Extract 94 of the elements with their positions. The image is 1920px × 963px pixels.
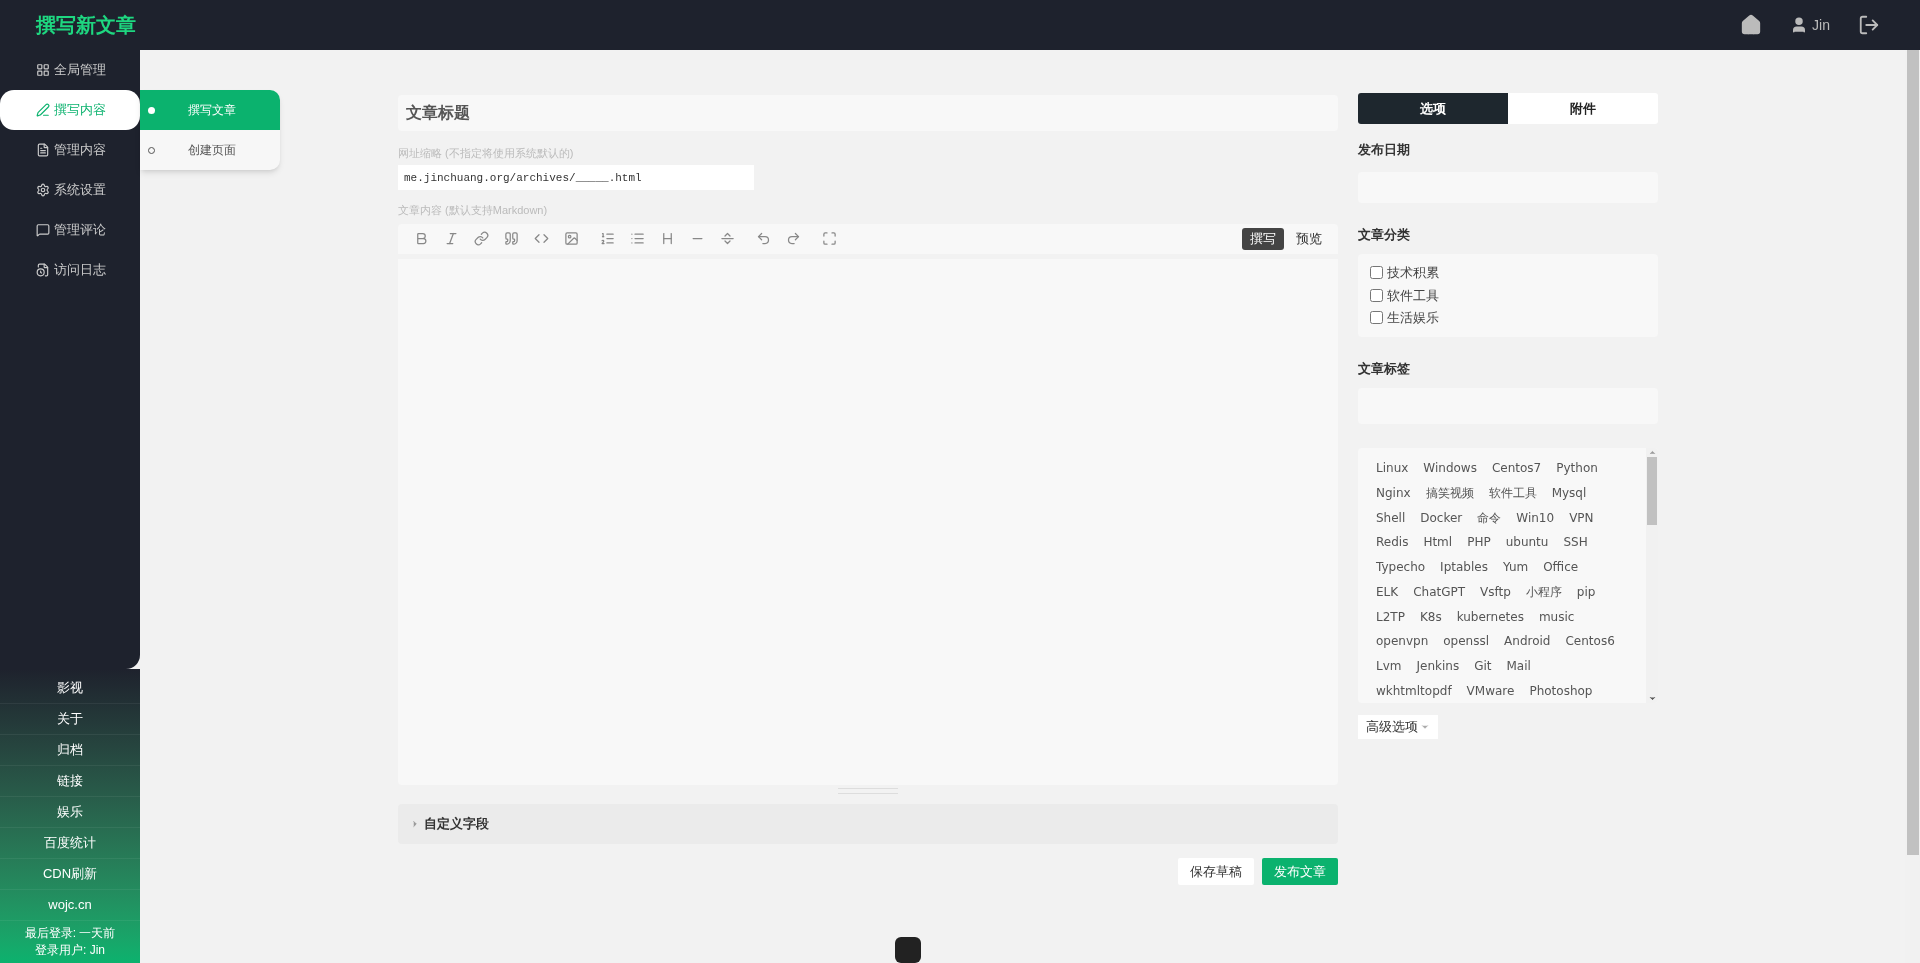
sidebar-item[interactable]: 系统设置 [0,170,140,210]
category-label-text: 技术积累 [1387,264,1439,282]
tag-link[interactable]: Centos6 [1565,632,1615,651]
category-checkbox[interactable] [1370,311,1383,325]
tag-link[interactable]: 搞笑视频 [1425,484,1474,503]
tag-link[interactable]: Git [1474,656,1492,675]
slug-field[interactable]: me.jinchuang.org/archives/_____.html [398,165,754,191]
tag-link[interactable]: Android [1504,632,1551,651]
sidebar-item[interactable]: 管理评论 [0,210,140,250]
tag-link[interactable]: kubernetes [1456,607,1524,626]
tag-link[interactable]: Jenkins [1416,656,1460,675]
sidebar-link[interactable]: wojc.cn [0,890,140,921]
comment-icon [36,223,50,237]
category-label-text: 软件工具 [1387,286,1439,305]
tag-link[interactable]: SSH [1563,533,1588,552]
tag-link[interactable]: ubuntu [1505,533,1549,552]
tag-link[interactable]: Photoshop [1529,681,1593,700]
tag-link[interactable]: Lvm [1376,656,1402,675]
page-title: 撰写新文章 [36,13,136,38]
tag-link[interactable]: Windows [1423,459,1477,478]
logo-icon [895,937,921,963]
tags-label: 文章标签 [1358,359,1411,378]
tag-link[interactable]: music [1538,607,1575,626]
tag-link[interactable]: Html [1423,533,1453,552]
tag-link[interactable]: wkhtmltopdf [1376,681,1452,700]
scroll-up-icon [1647,448,1657,457]
tag-link[interactable]: pip [1576,582,1596,601]
sidebar-item[interactable]: 管理内容 [0,130,140,170]
sidebar-link[interactable]: 链接 [0,766,140,797]
tag-link[interactable]: Mysql [1551,484,1587,503]
document-icon [36,143,50,157]
expand-icon [410,819,420,830]
bullet-icon [148,106,155,114]
tag-link[interactable]: Yum [1502,558,1529,577]
advanced-options-button[interactable]: 高级选项 [1358,715,1438,739]
tag-link[interactable]: Vsftp [1480,582,1511,601]
tag-link[interactable]: PHP [1467,533,1491,552]
caret-icon [1420,722,1430,732]
scrollbar-thumb[interactable] [1906,50,1919,855]
tag-link[interactable]: Win10 [1516,508,1555,527]
tag-link[interactable]: ChatGPT [1413,582,1466,601]
tag-link[interactable]: VMware [1466,681,1515,700]
tag-link[interactable]: ELK [1376,582,1399,601]
tag-link[interactable]: Office [1543,558,1579,577]
log-icon [36,263,50,277]
date-label: 发布日期 [1358,141,1411,159]
category-checkbox[interactable] [1370,288,1383,302]
tag-link[interactable]: Redis [1376,533,1409,552]
category-checkbox[interactable] [1370,266,1383,280]
tag-link[interactable]: 软件工具 [1488,484,1537,503]
sidebar-item[interactable]: 全局管理 [0,50,140,90]
tag-link[interactable]: Centos7 [1491,459,1542,478]
grid-icon [36,63,50,77]
tag-link[interactable]: openssl [1443,632,1490,651]
sidebar-link[interactable]: CDN刷新 [0,859,140,890]
sidebar-link[interactable]: 百度统计 [0,828,140,859]
save-draft-button[interactable]: 保存草稿 [1178,858,1254,885]
custom-fields-bar[interactable]: 自定义字段 [398,804,1338,844]
sidebar-item[interactable]: 访问日志 [0,250,140,290]
mode-tab[interactable]: 撰写 [1242,227,1284,250]
tag-link[interactable]: Docker [1420,508,1463,527]
mode-tab[interactable]: 预览 [1288,227,1330,250]
tag-link[interactable]: Nginx [1376,484,1411,503]
sidebar-link[interactable]: 关于 [0,704,140,735]
home-icon[interactable] [1740,14,1763,36]
category-label: 文章分类 [1358,225,1411,244]
sidebar-link[interactable]: 影视 [0,673,140,704]
tag-link[interactable]: K8s [1419,607,1442,626]
panel-tab[interactable]: 选项 [1358,93,1508,124]
tag-link[interactable]: Python [1556,459,1598,478]
tag-link[interactable]: 小程序 [1525,582,1562,601]
user-button[interactable]: Jin [1790,14,1830,36]
tag-link[interactable]: Linux [1376,459,1409,478]
scrollbar-thumb[interactable] [1647,457,1657,525]
submenu-item[interactable]: 创建页面 [140,130,280,170]
tag-link[interactable]: L2TP [1376,607,1405,626]
sidebar-link[interactable]: 归档 [0,735,140,766]
tag-link[interactable]: Iptables [1440,558,1488,577]
category-label-text: 生活娱乐 [1387,309,1439,327]
sidebar-link[interactable]: 娱乐 [0,797,140,828]
tag-link[interactable]: Shell [1376,508,1406,527]
login-info-text: 登录用户: Jin [35,942,105,959]
panel-tab[interactable]: 附件 [1508,93,1658,124]
settings-icon [36,183,50,197]
scroll-down-icon [1647,694,1657,703]
logout-icon[interactable] [1858,14,1880,36]
tag-link[interactable]: VPN [1569,508,1594,527]
title-field[interactable]: 文章标题 [398,95,1338,131]
tag-link[interactable]: openvpn [1376,632,1429,651]
tag-link[interactable]: Typecho [1376,558,1426,577]
tag-link[interactable]: 命令 [1477,508,1502,527]
pen-icon [36,103,50,117]
login-info-text: 最后登录: 一天前 [24,925,116,942]
tag-link[interactable]: Mail [1506,656,1531,675]
